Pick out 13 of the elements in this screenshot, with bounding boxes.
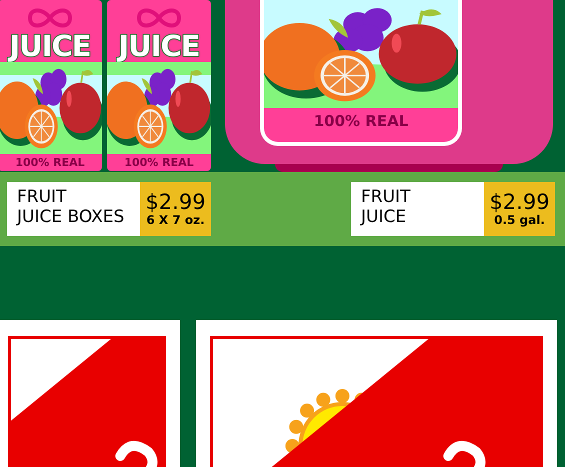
product-name: FRUIT JUICE (351, 182, 484, 236)
price: $2.99 (145, 191, 206, 213)
brand-logo: JUICE (9, 30, 91, 62)
tagline: 100% REAL (124, 156, 194, 169)
package-size: 6 X 7 oz. (146, 213, 205, 227)
tagline: 100% REAL (264, 108, 458, 142)
brand-logo: JUICE (118, 30, 200, 62)
price: $2.99 (489, 191, 550, 213)
product-name: FRUIT JUICE BOXES (7, 182, 140, 236)
infinity-icon (25, 6, 75, 30)
infinity-icon (134, 6, 184, 30)
package-size: 0.5 gal. (494, 213, 545, 227)
tagline: 100% REAL (15, 156, 85, 169)
